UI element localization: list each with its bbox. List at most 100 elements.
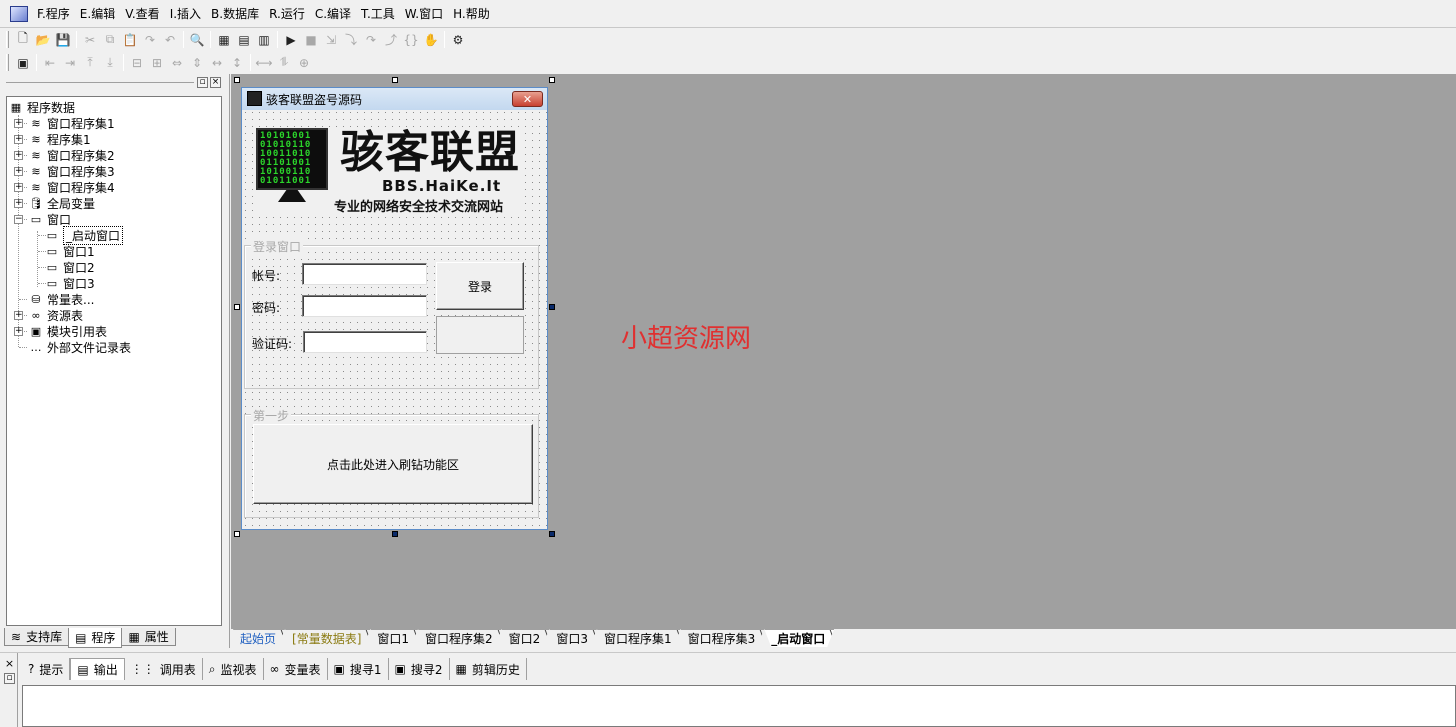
- resize-handle-e[interactable]: [549, 304, 555, 310]
- output-tab-5[interactable]: ▣ 搜寻1: [328, 658, 389, 680]
- tree-item[interactable]: … 外部文件记录表: [29, 339, 132, 355]
- fit-both-icon[interactable]: ⊕: [294, 53, 314, 72]
- menu-item-5[interactable]: R.运行: [264, 0, 310, 28]
- panel-tab-2[interactable]: ▦ 属性: [121, 628, 176, 646]
- align-bottom-icon[interactable]: ⤓: [100, 53, 120, 72]
- expand-icon[interactable]: +: [14, 167, 23, 176]
- align-right-icon[interactable]: ⇥: [60, 53, 80, 72]
- menu-item-8[interactable]: W.窗口: [400, 0, 448, 28]
- fit-height-icon[interactable]: ⥮: [274, 53, 294, 72]
- expand-icon[interactable]: +: [14, 119, 23, 128]
- resize-handle-n[interactable]: [392, 77, 398, 83]
- expand-icon[interactable]: +: [14, 151, 23, 160]
- debug-icon[interactable]: ⚙: [448, 30, 468, 49]
- layout-2-icon[interactable]: ▤: [234, 30, 254, 49]
- tree-item[interactable]: ≋ 窗口程序集1: [29, 115, 114, 131]
- align-left-icon[interactable]: ⇤: [40, 53, 60, 72]
- expand-icon[interactable]: +: [14, 327, 23, 336]
- doc-tab-4[interactable]: 窗口2: [502, 629, 550, 647]
- run-to-cursor-icon[interactable]: {}: [401, 30, 421, 49]
- tree-item[interactable]: ≋ 程序集1: [29, 131, 90, 147]
- enter-function-button[interactable]: 点击此处进入刷钻功能区: [253, 424, 533, 504]
- output-tab-4[interactable]: ∞ 变量表: [264, 658, 328, 680]
- menu-item-2[interactable]: V.查看: [120, 0, 164, 28]
- step-into-icon[interactable]: ⤵: [341, 30, 361, 49]
- doc-tab-5[interactable]: 窗口3: [549, 629, 597, 647]
- find-icon[interactable]: 🔍: [187, 30, 207, 49]
- expand-icon[interactable]: +: [14, 183, 23, 192]
- same-width-icon[interactable]: ⇔: [167, 53, 187, 72]
- login-button[interactable]: 登录: [436, 262, 524, 310]
- tree-item[interactable]: 🛢 全局变量: [29, 195, 95, 211]
- new-file-icon[interactable]: 🗋: [13, 30, 33, 49]
- menu-item-4[interactable]: B.数据库: [206, 0, 264, 28]
- password-input[interactable]: [302, 295, 427, 317]
- tree-item[interactable]: ∞ 资源表: [29, 307, 83, 323]
- tree-item[interactable]: ⛁ 常量表...: [29, 291, 94, 307]
- output-tab-0[interactable]: ? 提示: [22, 658, 71, 680]
- tree-item[interactable]: ▣ 模块引用表: [29, 323, 107, 339]
- paste-icon[interactable]: 📋: [120, 30, 140, 49]
- output-content[interactable]: [22, 685, 1456, 727]
- open-folder-icon[interactable]: 📂: [33, 30, 53, 49]
- expand-icon[interactable]: +: [14, 199, 23, 208]
- menu-item-6[interactable]: C.编译: [310, 0, 356, 28]
- undo-icon[interactable]: ↶: [160, 30, 180, 49]
- resize-handle-nw[interactable]: [234, 77, 240, 83]
- v-space-icon[interactable]: ↕: [227, 53, 247, 72]
- redo-icon[interactable]: ↷: [140, 30, 160, 49]
- menu-item-0[interactable]: F.程序: [32, 0, 75, 28]
- menu-item-9[interactable]: H.帮助: [448, 0, 495, 28]
- stop-icon[interactable]: ■: [301, 30, 321, 49]
- tree-item[interactable]: ▭ 窗口1: [45, 243, 95, 259]
- cut-icon[interactable]: ✂: [80, 30, 100, 49]
- layout-3-icon[interactable]: ▥: [254, 30, 274, 49]
- expand-icon[interactable]: +: [14, 311, 23, 320]
- tree-item[interactable]: ▭ 窗口2: [45, 259, 95, 275]
- output-tab-3[interactable]: ⌕ 监视表: [203, 658, 264, 680]
- panel-tab-0[interactable]: ≋ 支持库: [4, 628, 70, 646]
- tree-item[interactable]: ▭ 窗口3: [45, 275, 95, 291]
- menu-item-3[interactable]: I.插入: [165, 0, 206, 28]
- captcha-input[interactable]: [303, 331, 427, 353]
- output-tab-6[interactable]: ▣ 搜寻2: [389, 658, 450, 680]
- center-v-icon[interactable]: ⊞: [147, 53, 167, 72]
- tree-item[interactable]: ▭ _启动窗口: [45, 225, 124, 245]
- resize-handle-sw[interactable]: [234, 531, 240, 537]
- output-tab-2[interactable]: ⋮⋮ 调用表: [125, 658, 203, 680]
- output-restore-button[interactable]: ▫: [4, 673, 15, 684]
- designer-canvas[interactable]: 小超资源网 骇客联盟盗号源码 ✕ 10101001 01010110 10011…: [231, 74, 1456, 628]
- output-close-button[interactable]: ×: [4, 658, 15, 670]
- step-icon[interactable]: ⇲: [321, 30, 341, 49]
- align-top-icon[interactable]: ⤒: [80, 53, 100, 72]
- resize-handle-se[interactable]: [549, 531, 555, 537]
- doc-tab-0[interactable]: 起始页: [233, 629, 285, 647]
- tree-root[interactable]: ▦ 程序数据: [9, 99, 75, 115]
- save-icon[interactable]: 💾: [53, 30, 73, 49]
- layout-1-icon[interactable]: ▦: [214, 30, 234, 49]
- run-icon[interactable]: ▶: [281, 30, 301, 49]
- step-over-icon[interactable]: ↷: [361, 30, 381, 49]
- tree-item[interactable]: ≋ 窗口程序集2: [29, 147, 114, 163]
- doc-tab-1[interactable]: [常量数据表]: [285, 629, 370, 647]
- hand-icon[interactable]: ✋: [421, 30, 441, 49]
- menu-item-7[interactable]: T.工具: [356, 0, 400, 28]
- resize-handle-s[interactable]: [392, 531, 398, 537]
- doc-tab-7[interactable]: 窗口程序集3: [681, 629, 765, 647]
- design-form[interactable]: 骇客联盟盗号源码 ✕ 10101001 01010110 10011010 01…: [241, 87, 548, 530]
- account-input[interactable]: [302, 263, 427, 285]
- fit-width-icon[interactable]: ⟷: [254, 53, 274, 72]
- tree-item[interactable]: ≋ 窗口程序集3: [29, 163, 114, 179]
- panel-restore-button[interactable]: ▫: [197, 77, 208, 88]
- doc-tab-6[interactable]: 窗口程序集1: [597, 629, 681, 647]
- expand-icon[interactable]: +: [14, 135, 23, 144]
- center-h-icon[interactable]: ⊟: [127, 53, 147, 72]
- panel-close-button[interactable]: ×: [210, 77, 221, 88]
- doc-tab-3[interactable]: 窗口程序集2: [418, 629, 502, 647]
- form-close-button[interactable]: ✕: [512, 91, 543, 107]
- resize-handle-w[interactable]: [234, 304, 240, 310]
- output-tab-1[interactable]: ▤ 输出: [70, 658, 125, 680]
- doc-tab-2[interactable]: 窗口1: [370, 629, 418, 647]
- form-icon[interactable]: ▣: [13, 53, 33, 72]
- form-title-bar[interactable]: 骇客联盟盗号源码 ✕: [242, 88, 547, 110]
